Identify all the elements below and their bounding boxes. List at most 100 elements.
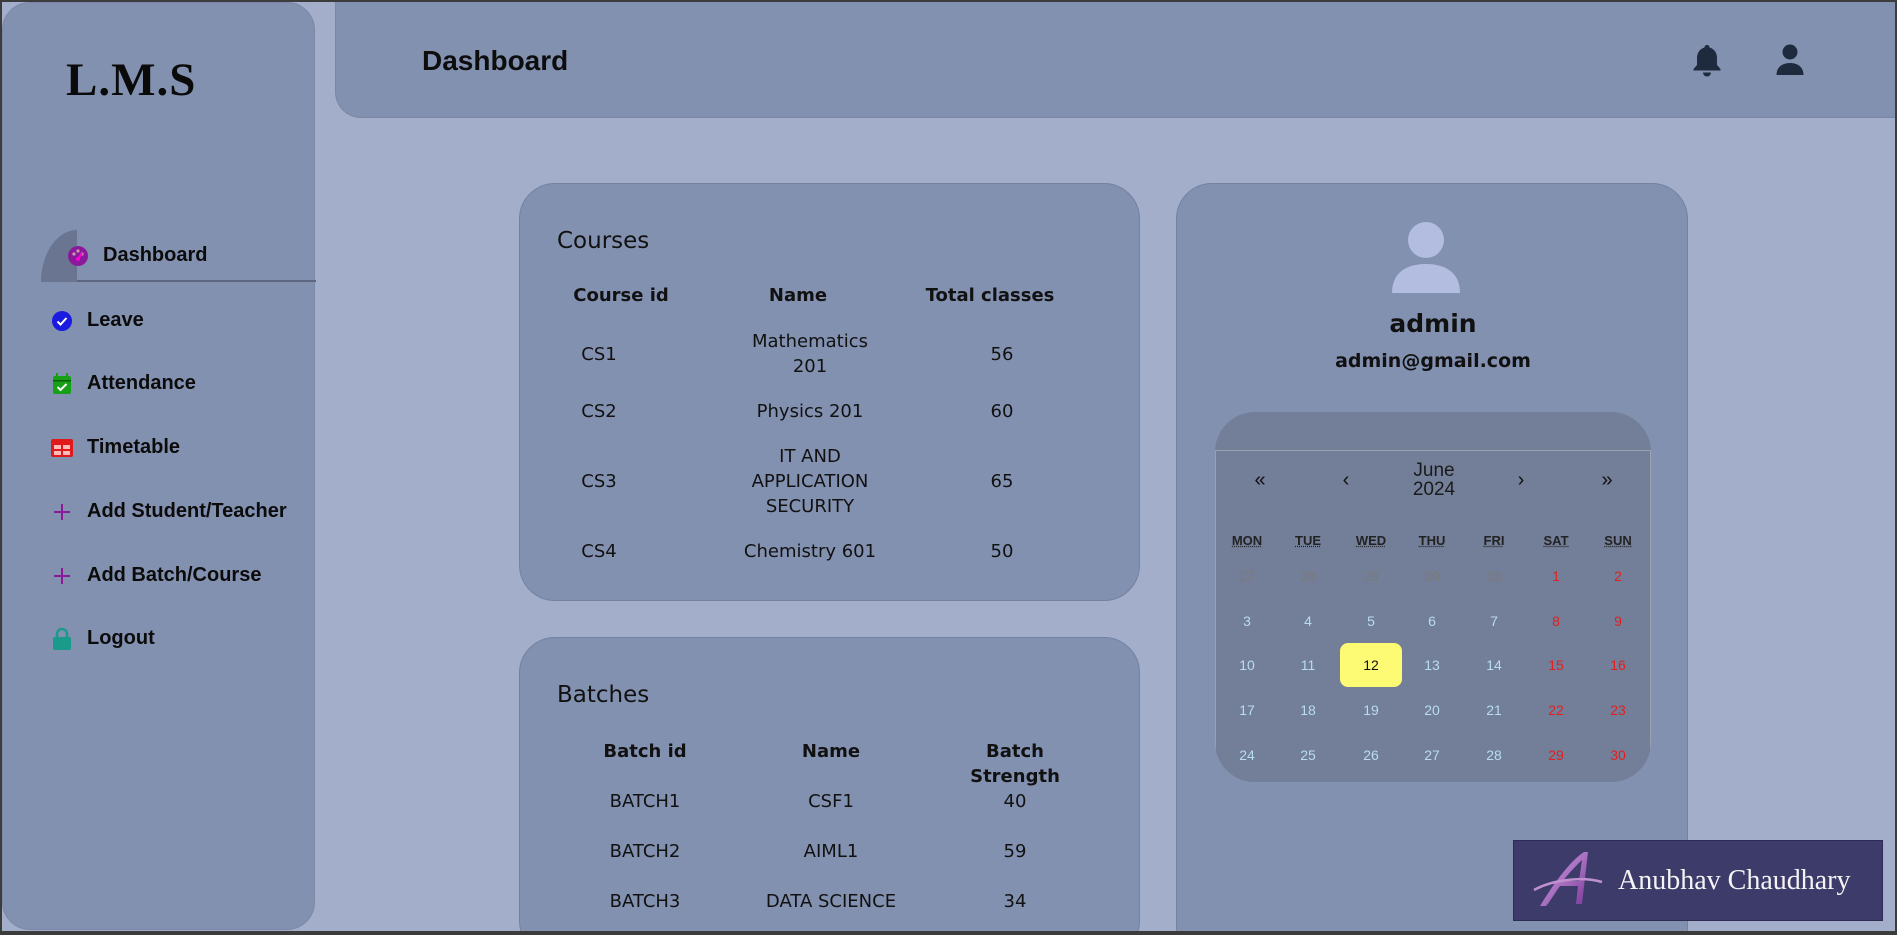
calendar-day[interactable]: 13 <box>1424 657 1440 673</box>
app-frame: L.M.S Dashboard Leave Attendance Timetab… <box>2 2 1895 931</box>
column-header: Name <box>768 285 828 306</box>
calendar-day[interactable]: 17 <box>1239 702 1255 718</box>
plus-icon <box>51 565 73 587</box>
table-cell: 59 <box>1003 841 1027 862</box>
sidebar-item-dashboard[interactable]: Dashboard <box>67 244 207 267</box>
calendar-day[interactable]: 14 <box>1486 657 1502 673</box>
weekday-header: SAT <box>1543 533 1569 548</box>
calendar-day[interactable]: 28 <box>1300 568 1316 584</box>
table-cell: CSF1 <box>808 791 854 812</box>
sidebar-item-timetable[interactable]: Timetable <box>51 436 180 459</box>
table-cell: 56 <box>990 344 1014 365</box>
calendar-day[interactable]: 15 <box>1548 657 1564 673</box>
profile-email: admin@gmail.com <box>1335 350 1531 372</box>
batches-table: Batch id Name Batch Strength BATCH1 CSF1… <box>520 638 1141 931</box>
table-cell: AIML1 <box>803 841 859 862</box>
sidebar-item-label: Add Batch/Course <box>87 564 262 586</box>
sidebar-item-logout[interactable]: Logout <box>51 627 155 650</box>
calendar-month-label[interactable]: June 2024 <box>1413 461 1455 499</box>
author-logo-icon <box>1533 851 1603 906</box>
author-watermark: Anubhav Chaudhary <box>1513 840 1883 921</box>
courses-table: Course id Name Total classes CS1 Mathema… <box>520 184 1141 602</box>
table-cell: 40 <box>1003 791 1027 812</box>
calendar-day[interactable]: 21 <box>1486 702 1502 718</box>
calendar-day[interactable]: 26 <box>1363 747 1379 763</box>
sidebar-item-label: Add Student/Teacher <box>87 500 287 522</box>
top-header: Dashboard <box>335 2 1895 118</box>
weekday-header: FRI <box>1483 533 1505 548</box>
table-cell: 60 <box>990 401 1014 422</box>
calendar-day[interactable]: 9 <box>1614 613 1622 629</box>
column-header: Total classes <box>925 285 1055 306</box>
calendar-day[interactable]: 23 <box>1610 702 1626 718</box>
calendar-day[interactable]: 1 <box>1552 568 1560 584</box>
sidebar-item-leave[interactable]: Leave <box>51 309 144 332</box>
table-icon <box>51 437 73 459</box>
bell-icon[interactable] <box>1690 42 1724 78</box>
calendar-day[interactable]: 22 <box>1548 702 1564 718</box>
calendar-day[interactable]: 29 <box>1548 747 1564 763</box>
column-header: Batch id <box>603 741 687 762</box>
calendar-body: « ‹ June 2024 › » MON TUE WED THU FRI SAT SUN … <box>1215 450 1651 782</box>
column-header: Name <box>801 741 861 762</box>
calendar-day[interactable]: 16 <box>1610 657 1626 673</box>
calendar-day[interactable]: 28 <box>1486 747 1502 763</box>
calendar-widget: « ‹ June 2024 › » MON TUE WED THU FRI SAT SUN … <box>1215 412 1651 782</box>
dashboard-gauge-icon <box>67 245 89 267</box>
app-logo: L.M.S <box>66 54 197 106</box>
calendar-day[interactable]: 30 <box>1610 747 1626 763</box>
calendar-day[interactable]: 11 <box>1301 657 1316 673</box>
sidebar-item-add-batch-course[interactable]: Add Batch/Course <box>51 564 261 587</box>
calendar-day[interactable]: 19 <box>1363 702 1379 718</box>
table-cell: 50 <box>990 541 1014 562</box>
calendar-day[interactable]: 27 <box>1239 568 1255 584</box>
courses-card: Courses Course id Name Total classes CS1… <box>519 183 1140 601</box>
calendar-day[interactable]: 3 <box>1243 613 1251 629</box>
calendar-day[interactable]: 29 <box>1363 568 1379 584</box>
calendar-day[interactable]: 25 <box>1300 747 1316 763</box>
calendar-day[interactable]: 20 <box>1424 702 1440 718</box>
column-header: Course id <box>573 285 669 306</box>
calendar-day[interactable]: 30 <box>1424 568 1440 584</box>
table-cell: CS3 <box>581 471 617 492</box>
calendar-day[interactable]: 18 <box>1300 702 1316 718</box>
table-cell: DATA SCIENCE <box>765 891 897 912</box>
weekday-header: TUE <box>1295 533 1321 548</box>
lock-icon <box>51 627 73 650</box>
table-cell: 65 <box>990 471 1014 492</box>
calendar-day[interactable]: 7 <box>1490 613 1498 629</box>
calendar-day[interactable]: 24 <box>1239 747 1255 763</box>
table-cell: BATCH1 <box>609 791 681 812</box>
user-icon[interactable] <box>1773 42 1807 78</box>
calendar-day[interactable]: 2 <box>1614 568 1622 584</box>
table-cell: CS1 <box>581 344 617 365</box>
sidebar-item-label: Leave <box>87 309 144 331</box>
calendar-day-selected[interactable]: 12 <box>1363 657 1379 673</box>
calendar-day[interactable]: 4 <box>1304 613 1312 629</box>
weekday-header: THU <box>1418 533 1446 548</box>
sidebar-item-add-student-teacher[interactable]: Add Student/Teacher <box>51 500 287 523</box>
check-circle-icon <box>51 310 73 332</box>
prev-month-button[interactable]: ‹ <box>1343 469 1350 492</box>
next-year-button[interactable]: » <box>1601 469 1612 492</box>
sidebar-item-label: Dashboard <box>103 244 208 266</box>
weekday-header: MON <box>1231 533 1263 548</box>
author-name: Anubhav Chaudhary <box>1618 864 1851 896</box>
table-cell: CS4 <box>581 541 617 562</box>
table-cell: Mathematics 201 <box>752 331 868 377</box>
calendar-day[interactable]: 6 <box>1428 613 1436 629</box>
calendar-day[interactable]: 5 <box>1367 613 1375 629</box>
page-title: Dashboard <box>422 45 569 76</box>
calendar-day[interactable]: 27 <box>1424 747 1440 763</box>
calendar-day[interactable]: 31 <box>1486 568 1502 584</box>
next-month-button[interactable]: › <box>1518 469 1525 492</box>
table-cell: BATCH3 <box>609 891 681 912</box>
sidebar-item-attendance[interactable]: Attendance <box>51 372 196 395</box>
batches-card: Batches Batch id Name Batch Strength BAT… <box>519 637 1140 931</box>
prev-year-button[interactable]: « <box>1254 469 1265 492</box>
calendar-month: June <box>1413 460 1455 481</box>
table-cell: BATCH2 <box>609 841 681 862</box>
calendar-day[interactable]: 8 <box>1552 613 1560 629</box>
calendar-day[interactable]: 10 <box>1239 657 1255 673</box>
sidebar: L.M.S Dashboard Leave Attendance Timetab… <box>2 2 316 930</box>
